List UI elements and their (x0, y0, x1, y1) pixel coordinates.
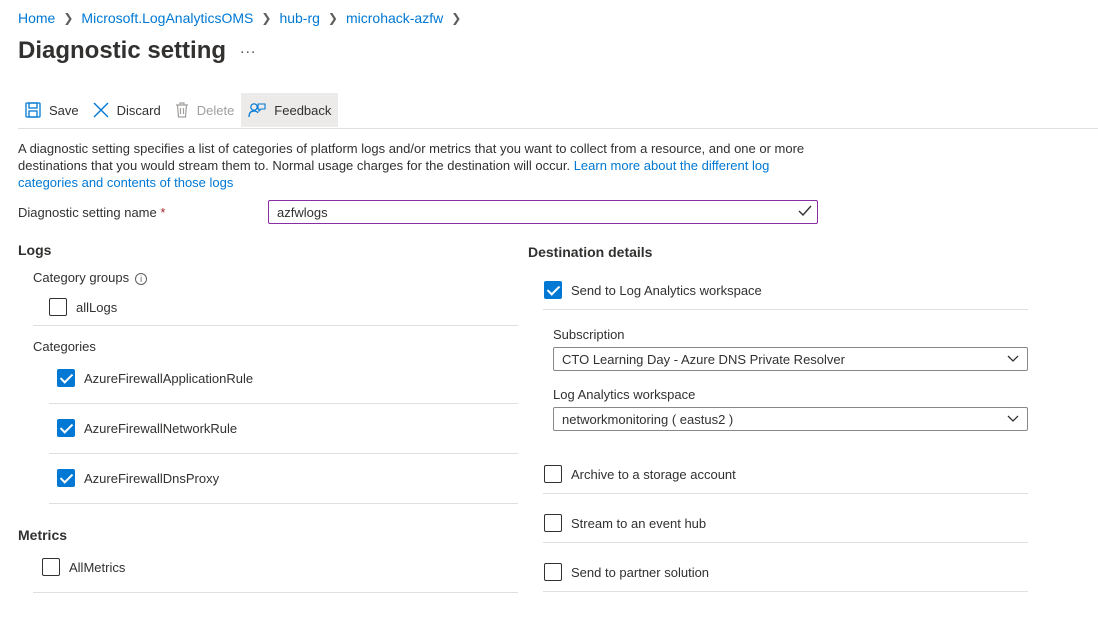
trash-icon (175, 102, 188, 118)
feedback-label: Feedback (274, 102, 332, 118)
category-label: AzureFirewallApplicationRule (84, 370, 254, 386)
categories-label: Categories (33, 339, 96, 354)
more-options-button[interactable]: ... (240, 40, 256, 58)
destination-title: Destination details (528, 244, 653, 260)
workspace-value: networkmonitoring ( eastus2 ) (562, 411, 734, 427)
category-groups-text: Category groups (33, 270, 130, 285)
category-label: AzureFirewallNetworkRule (84, 420, 238, 436)
chevron-down-icon (1007, 415, 1019, 422)
archive-label: Archive to a storage account (571, 466, 736, 482)
chevron-right-icon: ❯ (63, 11, 74, 25)
all-logs-label: allLogs (76, 299, 118, 315)
partner-label: Send to partner solution (571, 564, 710, 580)
divider (543, 309, 1028, 310)
event-hub-row[interactable]: Stream to an event hub (544, 514, 706, 532)
category-checkbox[interactable] (57, 469, 75, 487)
setting-name-input[interactable] (268, 200, 818, 224)
all-metrics-checkbox[interactable] (42, 558, 60, 576)
command-bar: Save Discard Delete Feedback (18, 93, 339, 127)
all-logs-checkbox[interactable] (49, 298, 67, 316)
divider (543, 493, 1028, 494)
workspace-label: Log Analytics workspace (553, 387, 696, 402)
discard-button[interactable]: Discard (86, 93, 168, 127)
save-label: Save (49, 102, 79, 118)
delete-button[interactable]: Delete (168, 93, 242, 127)
logs-title: Logs (18, 242, 52, 258)
divider (543, 591, 1028, 592)
description: A diagnostic setting specifies a list of… (18, 140, 818, 191)
breadcrumb-hub-rg[interactable]: hub-rg (279, 10, 319, 26)
setting-name-label: Diagnostic setting name * (18, 205, 165, 220)
all-logs-row[interactable]: allLogs (49, 298, 117, 316)
category-row[interactable]: AzureFirewallNetworkRule (57, 419, 237, 437)
chevron-right-icon: ❯ (261, 11, 272, 25)
category-row[interactable]: AzureFirewallDnsProxy (57, 469, 219, 487)
log-analytics-label: Send to Log Analytics workspace (571, 282, 762, 298)
save-icon (25, 102, 41, 118)
breadcrumb: Home ❯ Microsoft.LogAnalyticsOMS ❯ hub-r… (18, 10, 469, 26)
category-checkbox[interactable] (57, 419, 75, 437)
event-hub-checkbox[interactable] (544, 514, 562, 532)
divider (49, 453, 518, 454)
toolbar-divider (18, 128, 1098, 129)
log-analytics-checkbox[interactable] (544, 281, 562, 299)
info-icon[interactable]: i (135, 272, 148, 285)
chevron-down-icon (1007, 355, 1019, 362)
chevron-right-icon: ❯ (451, 11, 462, 25)
archive-row[interactable]: Archive to a storage account (544, 465, 736, 483)
all-metrics-row[interactable]: AllMetrics (42, 558, 125, 576)
delete-label: Delete (196, 102, 235, 118)
all-metrics-label: AllMetrics (69, 559, 126, 575)
subscription-value: CTO Learning Day - Azure DNS Private Res… (562, 351, 845, 367)
workspace-dropdown[interactable]: networkmonitoring ( eastus2 ) (553, 407, 1028, 431)
page-title: Diagnostic setting (18, 37, 227, 64)
setting-name-label-text: Diagnostic setting name (18, 205, 157, 220)
breadcrumb-microhack-azfw[interactable]: microhack-azfw (346, 10, 443, 26)
required-marker: * (160, 205, 166, 220)
category-label: AzureFirewallDnsProxy (84, 470, 220, 486)
divider (33, 592, 518, 593)
discard-label: Discard (116, 102, 161, 118)
feedback-button[interactable]: Feedback (241, 93, 339, 127)
category-groups-label: Category groups i (33, 270, 148, 285)
checkmark-icon (798, 205, 812, 217)
divider (543, 542, 1028, 543)
subscription-label: Subscription (553, 327, 625, 342)
breadcrumb-loganalyticsoms[interactable]: Microsoft.LogAnalyticsOMS (81, 10, 253, 26)
breadcrumb-home[interactable]: Home (18, 10, 55, 26)
chevron-right-icon: ❯ (327, 11, 338, 25)
subscription-dropdown[interactable]: CTO Learning Day - Azure DNS Private Res… (553, 347, 1028, 371)
category-row[interactable]: AzureFirewallApplicationRule (57, 369, 253, 387)
partner-row[interactable]: Send to partner solution (544, 563, 709, 581)
log-analytics-row[interactable]: Send to Log Analytics workspace (544, 281, 762, 299)
event-hub-label: Stream to an event hub (571, 515, 707, 531)
metrics-title: Metrics (18, 527, 68, 543)
divider (49, 403, 518, 404)
close-icon (93, 102, 109, 118)
category-checkbox[interactable] (57, 369, 75, 387)
divider (49, 503, 518, 504)
partner-checkbox[interactable] (544, 563, 562, 581)
feedback-icon (248, 103, 266, 118)
divider (33, 325, 518, 326)
archive-checkbox[interactable] (544, 465, 562, 483)
save-button[interactable]: Save (18, 93, 86, 127)
